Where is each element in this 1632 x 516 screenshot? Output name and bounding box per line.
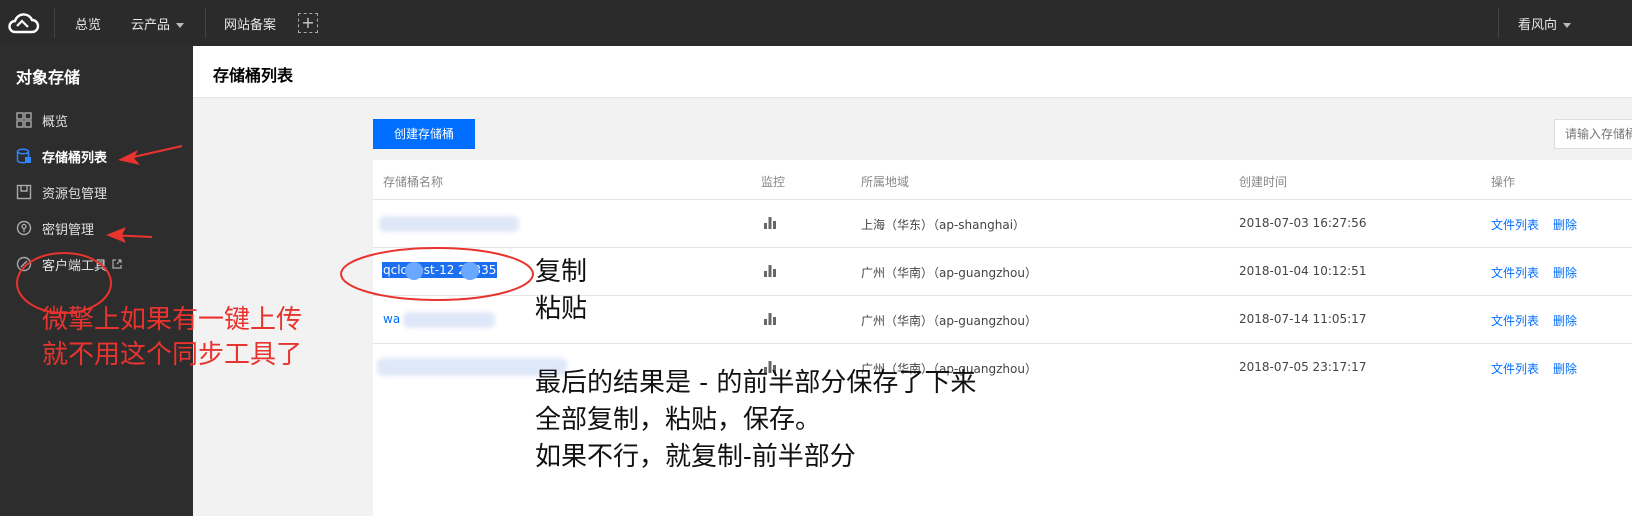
annotation-copy: 复制 (535, 257, 588, 287)
annotation-red-line2: 就不用这个同步工具了 (42, 340, 303, 370)
annotation-note-line3: 如果不行，就复制-前半部分 (535, 442, 856, 472)
red-arrow-keys (106, 227, 153, 243)
annotation-paste: 粘贴 (535, 294, 588, 324)
red-arrow-bucket-list (118, 145, 183, 165)
annotation-overlay (16, 145, 534, 314)
annotation-note-line2: 全部复制，粘贴，保存。 (535, 405, 822, 435)
red-circle-bucket-name (340, 247, 534, 301)
annotation-red-line1: 微擎上如果有一键上传 (42, 305, 303, 335)
annotation-note-line1: 最后的结果是 - 的前半部分保存了下来 (535, 368, 977, 398)
